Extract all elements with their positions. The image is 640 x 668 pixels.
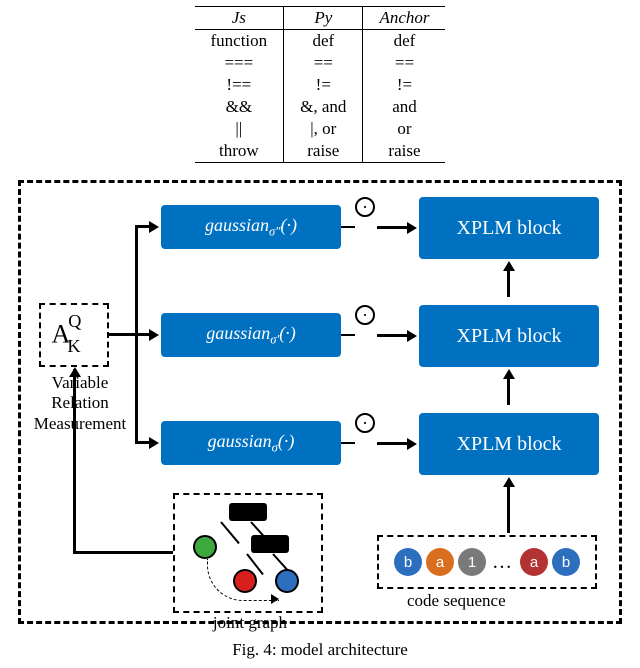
odot-icon: · (355, 413, 375, 433)
seq-up-h (503, 477, 515, 487)
xplm-block-1: XPLM block (419, 413, 599, 475)
graph-dashed-edge (207, 559, 279, 601)
xplm-up-2 (507, 377, 510, 405)
graph-node-green (193, 535, 217, 559)
graph-to-ak-v (73, 369, 76, 554)
ox3 (377, 442, 409, 445)
gaussian-block-3: gaussianσ″(·) (161, 205, 341, 249)
xplm-block-2: XPLM block (419, 305, 599, 367)
ox1 (377, 226, 409, 229)
ak-arrow-1 (149, 221, 159, 233)
ak-stem (109, 333, 137, 336)
col-py: Py (284, 7, 363, 30)
table-row: !==!=!= (195, 74, 446, 96)
graph-node-rect (251, 535, 289, 553)
odot-icon: · (355, 305, 375, 325)
xplm-block-3: XPLM block (419, 197, 599, 259)
table-row: throwraiseraise (195, 140, 446, 163)
table-row: &&&, andand (195, 96, 446, 118)
xplm-up-1h (503, 261, 515, 271)
g-odot-1 (341, 226, 355, 228)
gaussian-block-2: gaussianσ′(·) (161, 313, 341, 357)
graph-to-ak-h (75, 551, 173, 554)
token-b: b (394, 548, 422, 576)
graph-node-rect (229, 503, 267, 521)
xplm-up-1 (507, 269, 510, 297)
odot-icon: · (355, 197, 375, 217)
table: Js Py Anchor functiondefdef ======= !==!… (195, 6, 446, 163)
joint-graph-label: joint graph (185, 613, 315, 633)
ox2 (377, 334, 409, 337)
ak-arrow-3 (149, 437, 159, 449)
joint-graph-box (173, 493, 323, 613)
code-sequence-box: b a 1 … a b (377, 535, 597, 589)
token-1: 1 (458, 548, 486, 576)
col-anchor: Anchor (363, 7, 446, 30)
code-sequence-label: code sequence (407, 591, 506, 611)
table-row: ======= (195, 52, 446, 74)
table-row: functiondefdef (195, 30, 446, 53)
graph-dashed-head (271, 594, 279, 604)
ellipsis-icon: … (490, 551, 516, 574)
g-odot-3 (341, 442, 355, 444)
edge (220, 521, 240, 544)
architecture-diagram: AQK Variable Relation Measurement gaussi… (18, 180, 622, 624)
gaussian-block-1: gaussianσ(·) (161, 421, 341, 465)
ak-matrix-label: AQK (51, 317, 96, 354)
lang-mapping-table: Js Py Anchor functiondefdef ======= !==!… (0, 0, 640, 163)
figure-caption: Fig. 4: model architecture (0, 640, 640, 660)
ox3h (407, 438, 417, 450)
ox2h (407, 330, 417, 342)
ak-caption: Variable Relation Measurement (21, 373, 139, 434)
ak-matrix-box: AQK (39, 303, 109, 367)
graph-to-ak-head (69, 367, 81, 377)
token-a: a (520, 548, 548, 576)
xplm-up-2h (503, 369, 515, 379)
table-row: |||, oror (195, 118, 446, 140)
g-odot-2 (341, 334, 355, 336)
ox1h (407, 222, 417, 234)
token-a: a (426, 548, 454, 576)
ak-arrow-2 (149, 329, 159, 341)
token-b: b (552, 548, 580, 576)
col-js: Js (195, 7, 284, 30)
seq-up (507, 485, 510, 533)
